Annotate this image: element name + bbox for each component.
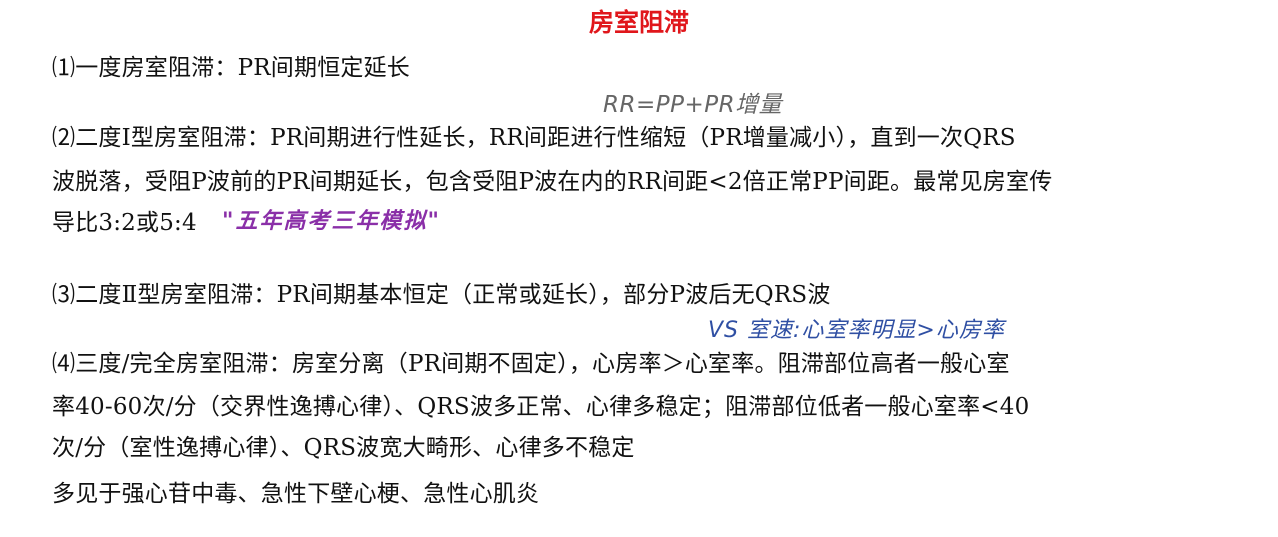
second-degree-type2-text: ⑶二度Ⅱ型房室阻滞：PR间期基本恒定（正常或延长），部分P波后无QRS波 xyxy=(52,282,831,308)
third-degree-text-line2: 率40-60次/分（交界性逸搏心律）、QRS波多正常、心律多稳定；阻滞部位低者一… xyxy=(52,394,1030,420)
vs-ventricular-tachycardia-handwritten-note: VS 室速:心室率明显>心房率 xyxy=(708,318,1005,343)
source-handwritten-note: "五年高考三年模拟" xyxy=(222,209,441,234)
page-title: 房室阻滞 xyxy=(588,8,689,37)
first-degree-av-block-text: ⑴一度房室阻滞：PR间期恒定延长 xyxy=(52,55,410,81)
second-degree-type1-text-line2: 波脱落，受阻P波前的PR间期延长，包含受阻P波在内的RR间距<2倍正常PP间距。… xyxy=(52,169,1053,195)
second-degree-type1-text-line1: ⑵二度Ⅰ型房室阻滞：PR间期进行性延长，RR间距进行性缩短（PR增量减小），直到… xyxy=(52,125,1016,151)
third-degree-text-line1: ⑷三度/完全房室阻滞：房室分离（PR间期不固定），心房率＞心室率。阻滞部位高者一… xyxy=(52,351,1010,377)
third-degree-text-line3: 次/分（室性逸搏心律）、QRS波宽大畸形、心律多不稳定 xyxy=(52,435,635,461)
second-degree-type1-text-line3: 导比3:2或5:4 xyxy=(52,210,197,236)
causes-text: 多见于强心苷中毒、急性下壁心梗、急性心肌炎 xyxy=(52,481,540,507)
rr-formula-handwritten-note: RR=PP+PR增量 xyxy=(603,92,783,118)
